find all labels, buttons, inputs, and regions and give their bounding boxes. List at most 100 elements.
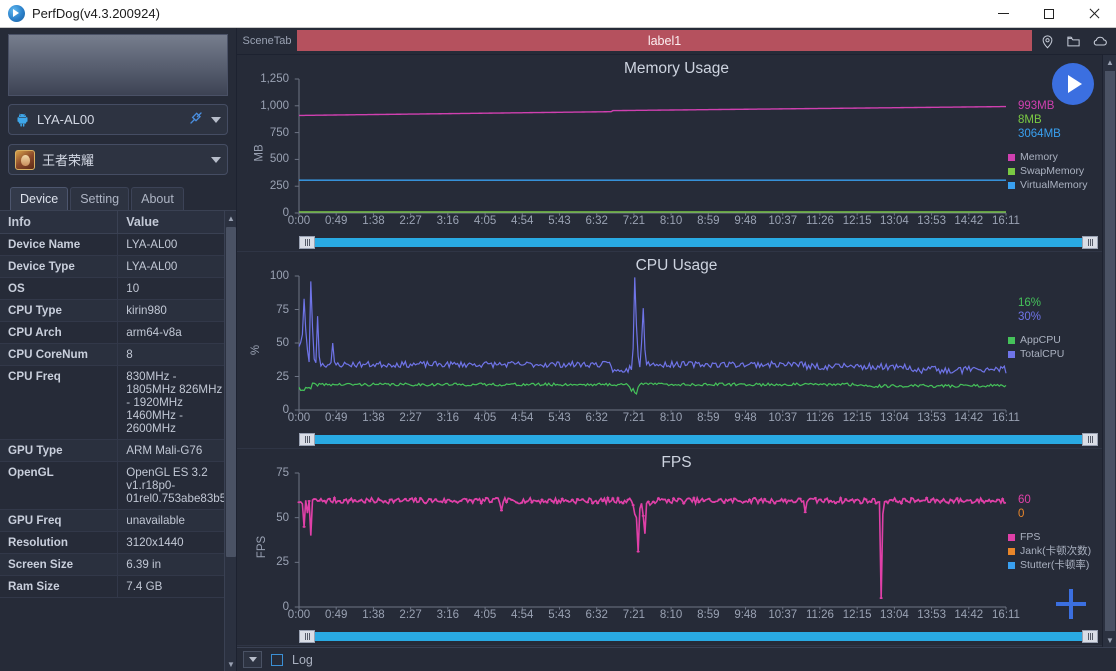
range-handle-left[interactable]: [299, 630, 315, 643]
scroll-down-icon[interactable]: ▼: [1103, 633, 1116, 647]
legend-label: SwapMemory: [1020, 164, 1084, 178]
y-tick-label: 500: [270, 153, 289, 165]
legend-item[interactable]: Jank(卡顿次数): [1008, 544, 1112, 558]
x-tick-label: 3:16: [437, 215, 459, 227]
chevron-down-icon[interactable]: [211, 157, 221, 163]
scroll-down-icon[interactable]: ▼: [225, 657, 236, 671]
table-row[interactable]: OS10: [0, 278, 236, 300]
x-tick-label: 12:15: [843, 412, 872, 424]
x-tick-label: 0:49: [325, 412, 347, 424]
y-tick-label: 25: [276, 371, 289, 383]
legend-item[interactable]: Stutter(卡顿率): [1008, 558, 1112, 572]
sidebar: LYA-AL00 王者荣耀 Device Setting About Info: [0, 28, 236, 671]
info-key: Resolution: [0, 532, 118, 554]
table-row[interactable]: CPU Typekirin980: [0, 300, 236, 322]
legend-value: 3064MB: [1008, 127, 1112, 141]
scrollbar-range[interactable]: [309, 238, 1088, 247]
add-chart-button[interactable]: [1056, 589, 1086, 619]
table-row[interactable]: GPU Frequnavailable: [0, 510, 236, 532]
x-tick-label: 4:05: [474, 609, 496, 621]
minimize-button[interactable]: [981, 0, 1026, 27]
info-key: Device Type: [0, 256, 118, 278]
cloud-icon[interactable]: [1092, 33, 1108, 49]
plot-area[interactable]: [299, 473, 1006, 607]
range-handle-right[interactable]: [1082, 630, 1098, 643]
y-tick-label: 25: [276, 556, 289, 568]
tab-about[interactable]: About: [131, 187, 184, 210]
table-row[interactable]: Resolution3120x1440: [0, 532, 236, 554]
charts-scrollbar[interactable]: ▲ ▼: [1102, 55, 1116, 647]
chevron-down-icon[interactable]: [211, 117, 221, 123]
y-tick-label: 75: [276, 304, 289, 316]
chart-title: CPU Usage: [237, 257, 1116, 275]
table-row[interactable]: Screen Size6.39 in: [0, 554, 236, 576]
app-selector[interactable]: 王者荣耀: [8, 144, 228, 175]
table-row[interactable]: OpenGLOpenGL ES 3.2 v1.r18p0-01rel0.753a…: [0, 462, 236, 510]
legend-item[interactable]: VirtualMemory: [1008, 178, 1112, 192]
plot-area[interactable]: [299, 79, 1006, 213]
info-value: 830MHz - 1805MHz 826MHz - 1920MHz 1460MH…: [118, 366, 236, 440]
log-checkbox[interactable]: [271, 654, 283, 666]
legend-label: TotalCPU: [1020, 347, 1064, 361]
range-handle-left[interactable]: [299, 433, 315, 446]
usb-link-icon[interactable]: [188, 110, 204, 129]
x-tick-label: 8:59: [697, 609, 719, 621]
game-app-icon: [15, 150, 35, 170]
start-record-button[interactable]: [1052, 63, 1094, 105]
info-key: Device Name: [0, 234, 118, 256]
table-row[interactable]: GPU TypeARM Mali-G76: [0, 440, 236, 462]
info-key: Screen Size: [0, 554, 118, 576]
scene-label-banner[interactable]: label1: [297, 30, 1032, 51]
legend-item[interactable]: FPS: [1008, 530, 1112, 544]
scrollbar-range[interactable]: [309, 435, 1088, 444]
timeline-scrollbar[interactable]: [299, 433, 1098, 446]
legend-item[interactable]: SwapMemory: [1008, 164, 1112, 178]
scrollbar-thumb[interactable]: [226, 227, 236, 557]
folder-icon[interactable]: [1066, 34, 1081, 49]
info-value: kirin980: [118, 300, 236, 322]
legend-value: 0: [1008, 507, 1112, 521]
maximize-button[interactable]: [1026, 0, 1071, 27]
table-row[interactable]: CPU Freq830MHz - 1805MHz 826MHz - 1920MH…: [0, 366, 236, 440]
x-tick-label: 13:04: [880, 412, 909, 424]
log-dropdown-button[interactable]: [243, 651, 262, 668]
x-tick-label: 0:00: [288, 412, 310, 424]
device-preview-panel: [8, 34, 228, 96]
legend-item[interactable]: AppCPU: [1008, 333, 1112, 347]
scroll-up-icon[interactable]: ▲: [225, 211, 236, 225]
legend-item[interactable]: TotalCPU: [1008, 347, 1112, 361]
info-key: CPU Freq: [0, 366, 118, 440]
legend-item[interactable]: Memory: [1008, 150, 1112, 164]
table-row[interactable]: Device NameLYA-AL00: [0, 234, 236, 256]
range-handle-right[interactable]: [1082, 433, 1098, 446]
charts-area: Memory UsageMB02505007501,0001,2500:000:…: [237, 55, 1116, 647]
scrollbar-range[interactable]: [309, 632, 1088, 641]
plot-area[interactable]: [299, 276, 1006, 410]
table-row[interactable]: CPU CoreNum8: [0, 344, 236, 366]
x-tick-label: 1:38: [362, 609, 384, 621]
range-handle-left[interactable]: [299, 236, 315, 249]
y-tick-label: 100: [270, 270, 289, 282]
close-button[interactable]: [1071, 0, 1116, 27]
timeline-scrollbar[interactable]: [299, 236, 1098, 249]
table-row[interactable]: Device TypeLYA-AL00: [0, 256, 236, 278]
range-handle-right[interactable]: [1082, 236, 1098, 249]
device-selector[interactable]: LYA-AL00: [8, 104, 228, 135]
legend-swatch: [1008, 154, 1015, 161]
x-axis-ticks: 0:000:491:382:273:164:054:545:436:327:21…: [299, 215, 1096, 231]
table-row[interactable]: Ram Size7.4 GB: [0, 576, 236, 598]
timeline-scrollbar[interactable]: [299, 630, 1098, 643]
scroll-up-icon[interactable]: ▲: [1103, 55, 1116, 69]
scrollbar-thumb[interactable]: [1105, 71, 1115, 631]
legend-current-values: 16%30%: [1008, 296, 1112, 324]
sidebar-scrollbar[interactable]: ▲ ▼: [224, 211, 236, 671]
tab-device[interactable]: Device: [10, 187, 68, 210]
x-axis-ticks: 0:000:491:382:273:164:054:545:436:327:21…: [299, 412, 1096, 428]
location-pin-icon[interactable]: [1040, 34, 1055, 49]
tab-setting[interactable]: Setting: [70, 187, 129, 210]
x-tick-label: 10:37: [768, 215, 797, 227]
legend-items: FPSJank(卡顿次数)Stutter(卡顿率): [1008, 530, 1112, 572]
table-row[interactable]: CPU Archarm64-v8a: [0, 322, 236, 344]
legend-swatch: [1008, 168, 1015, 175]
status-bar: Log: [237, 647, 1116, 671]
